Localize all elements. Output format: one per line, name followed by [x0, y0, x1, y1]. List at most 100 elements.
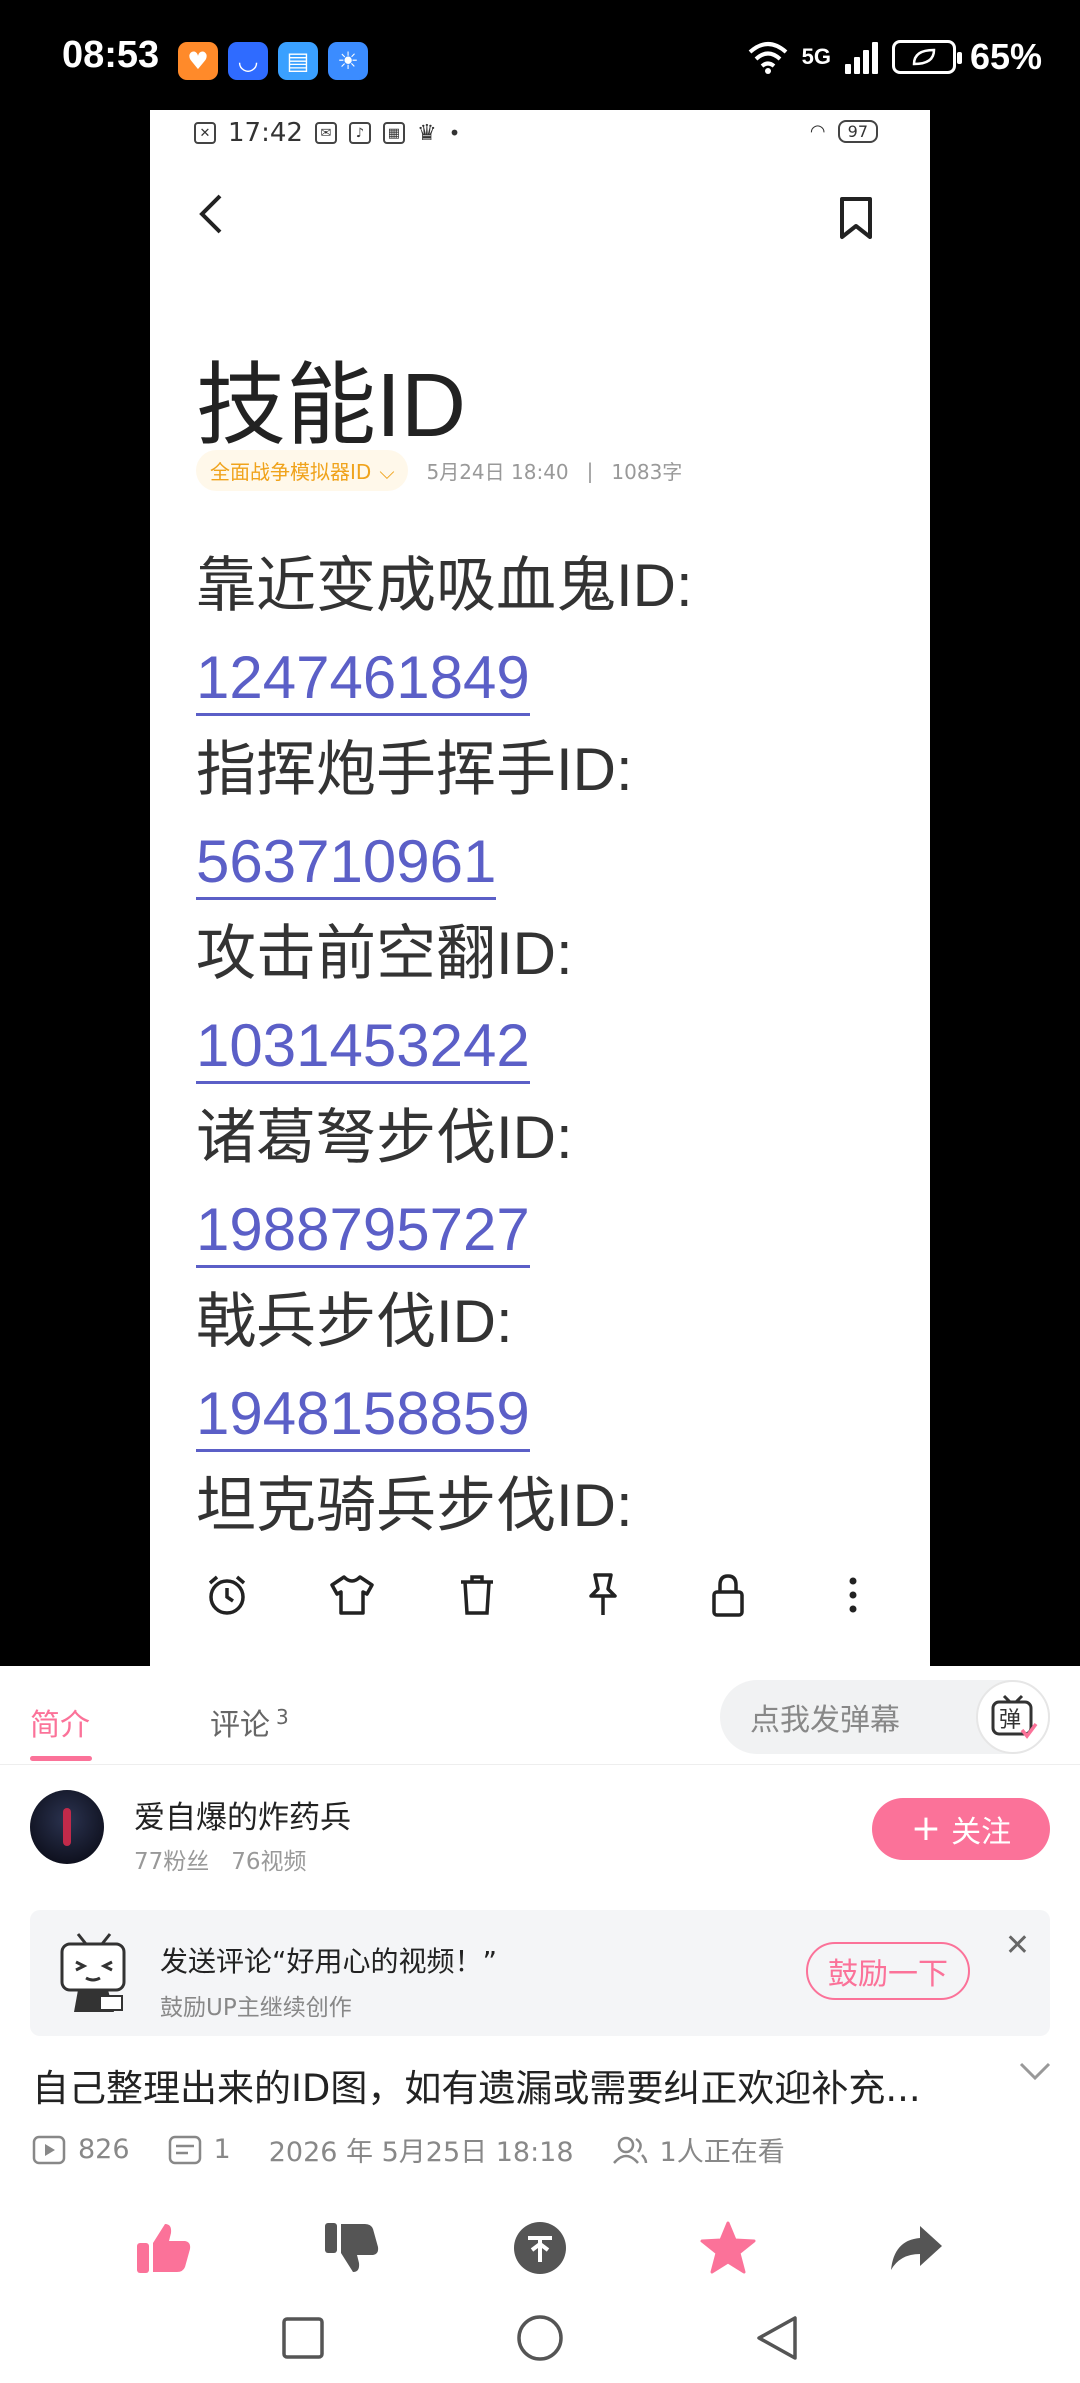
- inner-message-icon: ✉: [314, 122, 337, 144]
- note-word-count: 1083字: [611, 460, 683, 484]
- skill-label: 坦克骑兵步伐ID:: [196, 1472, 633, 1539]
- uploader-fans: 77粉丝: [134, 1849, 210, 1875]
- inner-status-bar: ✕ 17:42 ✉ ♪ ▦ ♛ • ◠ 97: [150, 110, 930, 156]
- view-count: 826: [78, 2134, 130, 2165]
- thumbs-up-icon: [137, 2224, 191, 2273]
- share-button[interactable]: [884, 2216, 948, 2280]
- skill-label: 靠近变成吸血鬼ID:: [196, 552, 693, 619]
- trash-icon: [447, 1565, 507, 1625]
- follow-button[interactable]: + 关注: [872, 1798, 1050, 1860]
- heart-app-icon: ♥: [178, 42, 218, 80]
- shirt-icon: [322, 1565, 382, 1625]
- book-app-icon: ▤: [278, 42, 318, 80]
- triangle-back-icon: [757, 2315, 797, 2360]
- inner-crown-icon: ♛: [416, 120, 437, 146]
- uploader-videos: 76视频: [231, 1849, 307, 1875]
- note-body: 靠近变成吸血鬼ID: 1247461849 指挥炮手挥手ID: 56371096…: [196, 540, 896, 1552]
- video-detail-panel: 简介 评论 3 点我发弹幕 弹 爱自爆的炸药兵 77粉丝 76视频 + 关注 发…: [0, 1666, 1080, 2383]
- comment-prompt-title: 发送评论“好用心的视频！”: [160, 1945, 498, 1978]
- danmaku-toggle-button[interactable]: 弹: [976, 1680, 1050, 1754]
- action-bar: [0, 2206, 1080, 2290]
- note-meta: 全面战争模拟器ID ⌵ 5月24日 18:40 | 1083字: [196, 450, 682, 491]
- star-icon: [700, 2221, 756, 2274]
- tabs-divider: [0, 1764, 1080, 1765]
- bookmark-icon: [838, 196, 874, 244]
- more-icon: [823, 1565, 883, 1625]
- favorite-button[interactable]: [696, 2216, 760, 2280]
- skill-label: 指挥炮手挥手ID:: [196, 736, 633, 803]
- close-icon[interactable]: ✕: [1005, 1928, 1030, 1963]
- inner-wifi-icon: ◠: [809, 121, 826, 142]
- like-button[interactable]: [132, 2216, 196, 2280]
- status-time: 08:53: [62, 34, 160, 76]
- skill-id: 1031453242: [196, 1000, 896, 1092]
- circle-icon: [517, 2314, 563, 2361]
- pin-icon: [573, 1565, 633, 1625]
- video-description[interactable]: 自己整理出来的ID图，如有遗漏或需要纠正欢迎补充...: [32, 2058, 992, 2112]
- note-toolbar: [150, 1550, 930, 1640]
- inner-music-icon: ♪: [348, 122, 371, 144]
- uploader-name[interactable]: 爱自爆的炸药兵: [134, 1792, 351, 1837]
- encourage-button[interactable]: 鼓励一下: [806, 1942, 970, 2000]
- comment-prompt-subtitle: 鼓励UP主继续创作: [160, 1995, 352, 2021]
- skill-label: 诸葛弩步伐ID:: [196, 1104, 573, 1171]
- danmaku-count-icon: [168, 2135, 201, 2164]
- skill-id: 1247461849: [196, 632, 896, 724]
- status-bar: 08:53 ♥ ◡ ▤ ☀ 5G 65%: [0, 0, 1080, 110]
- coin-icon: [514, 2222, 566, 2274]
- note-date: 5月24日 18:40: [426, 460, 569, 484]
- inner-time: 17:42: [228, 118, 303, 148]
- inner-dot-icon: •: [448, 121, 461, 145]
- battery-icon: [891, 40, 962, 74]
- play-count-icon: [32, 2135, 66, 2164]
- tab-comments[interactable]: 评论 3: [210, 1700, 289, 1744]
- back-icon: [196, 192, 226, 248]
- battery-level: 65%: [969, 36, 1042, 77]
- skill-id: 1988795727: [196, 1184, 896, 1276]
- system-nav-bar: [0, 2296, 1080, 2383]
- skill-id: 563710961: [196, 816, 896, 908]
- back-button[interactable]: [755, 2314, 799, 2366]
- dislike-button[interactable]: [320, 2216, 384, 2280]
- uploader-stats: 77粉丝 76视频: [134, 1842, 307, 1876]
- coin-button[interactable]: [508, 2216, 572, 2280]
- tv-mascot-icon: [56, 1930, 132, 2016]
- avatar[interactable]: [30, 1790, 104, 1864]
- inner-battery: 97: [837, 120, 878, 143]
- plus-icon: +: [910, 1808, 942, 1849]
- home-button[interactable]: [515, 2313, 565, 2367]
- comment-prompt-card: 发送评论“好用心的视频！” 鼓励UP主继续创作 鼓励一下 ✕: [30, 1910, 1050, 2036]
- skill-label: 攻击前空翻ID:: [196, 920, 573, 987]
- square-icon: [282, 2316, 324, 2359]
- watching-count: 1人正在看: [659, 2137, 785, 2168]
- tab-intro[interactable]: 简介: [30, 1700, 90, 1744]
- skill-id: 1948158859: [196, 1368, 896, 1460]
- note-title: 技能ID: [196, 356, 466, 456]
- status-app-icons: ♥ ◡ ▤ ☀: [178, 42, 368, 80]
- lock-icon: [698, 1565, 758, 1625]
- skill-label: 戟兵步伐ID:: [196, 1288, 513, 1355]
- wifi-icon: [748, 42, 787, 74]
- video-info-row: 826 1 2026 年 5月25日 18:18 1人正在看: [32, 2130, 785, 2169]
- follow-label: 关注: [951, 1815, 1012, 1850]
- thumbs-down-icon: [325, 2223, 379, 2272]
- share-icon: [891, 2226, 942, 2270]
- danmaku-placeholder: 点我发弹幕: [750, 1703, 900, 1738]
- comments-count: 3: [276, 1705, 289, 1729]
- network-type: 5G: [801, 44, 831, 69]
- danmaku-button-label: 弹: [999, 1708, 1021, 1733]
- danmaku-input[interactable]: 点我发弹幕 弹: [720, 1680, 1050, 1754]
- inner-x-icon: ✕: [194, 122, 216, 144]
- recents-button[interactable]: [281, 2316, 325, 2364]
- active-tab-indicator: [30, 1756, 92, 1761]
- video-player[interactable]: ✕ 17:42 ✉ ♪ ▦ ♛ • ◠ 97 技能ID 全面战争模拟器ID ⌵ 5…: [150, 110, 930, 1666]
- viewers-icon: [612, 2136, 647, 2164]
- publish-time: 2026 年 5月25日 18:18: [268, 2137, 574, 2168]
- danmaku-count: 1: [213, 2134, 231, 2165]
- alarm-icon: [197, 1565, 257, 1625]
- shopping-app-icon: ◡: [228, 42, 268, 80]
- weather-app-icon: ☀: [328, 42, 368, 80]
- note-folder-tag: 全面战争模拟器ID ⌵: [196, 450, 409, 491]
- signal-icon: [844, 40, 878, 74]
- chevron-down-icon[interactable]: [1018, 2060, 1052, 2086]
